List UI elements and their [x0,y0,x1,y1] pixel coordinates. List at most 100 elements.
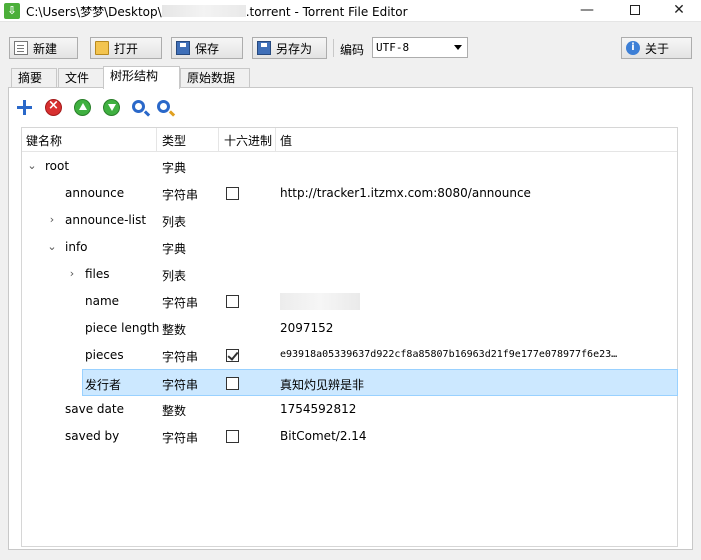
about-button[interactable]: i 关于 [621,37,692,59]
chevron-down-icon[interactable]: ⌄ [26,160,38,172]
maximize-icon [630,5,640,15]
tree-row-saved-by[interactable]: saved by 字符串 BitComet/2.14 [22,423,677,450]
column-divider[interactable] [156,128,157,152]
key-name: name [85,294,120,308]
hex-checkbox[interactable] [226,430,239,443]
key-type: 整数 [162,404,187,418]
delete-icon[interactable] [45,98,62,116]
key-value: 2097152 [280,321,334,335]
key-name: files [85,267,110,281]
tab-files[interactable]: 文件 [58,68,104,88]
key-value: e93918a05339637d922cf8a85807b16963d21f9e… [280,349,618,360]
new-file-icon [14,41,28,55]
key-type: 字符串 [162,378,199,392]
save-as-button[interactable]: 另存为 [252,37,327,59]
tab-raw-data[interactable]: 原始数据 [180,68,250,88]
key-value: http://tracker1.itzmx.com:8080/announce [280,186,531,200]
save-as-icon [257,41,271,55]
key-type: 字符串 [162,296,199,310]
column-header-name[interactable]: 键名称 [26,132,62,149]
title-bar[interactable]: ⇩ C:\Users\梦梦\Desktop\ .torrent - Torrent… [0,0,701,22]
main-toolbar: 新建 打开 保存 另存为 编码 UTF-8 i 关于 [0,34,701,62]
key-value: 真知灼见辨是非 [280,378,365,392]
redacted-value [280,293,360,310]
new-button-label: 新建 [33,41,58,56]
chevron-down-icon [454,45,462,50]
app-icon: ⇩ [4,3,20,19]
tree-row-announce-list[interactable]: › announce-list 列表 [22,207,677,234]
close-button[interactable]: ✕ [656,0,701,22]
tree-header: 键名称 类型 十六进制 值 [22,128,677,152]
tree-view[interactable]: 键名称 类型 十六进制 值 ⌄ root 字典 announce 字符串 htt… [21,127,678,547]
key-name: piece length [85,321,160,335]
encoding-select[interactable]: UTF-8 [372,37,468,58]
tree-row-announce[interactable]: announce 字符串 http://tracker1.itzmx.com:8… [22,180,677,207]
key-name: 发行者 [85,378,122,392]
move-down-icon[interactable] [103,99,120,116]
hex-checkbox[interactable] [226,295,239,308]
key-type: 列表 [162,269,187,283]
key-name: saved by [65,429,120,443]
column-divider[interactable] [275,128,276,152]
key-type: 列表 [162,215,187,229]
save-button[interactable]: 保存 [171,37,243,59]
redacted-filename [161,5,246,17]
key-type: 字典 [162,161,187,175]
key-name: announce-list [65,213,147,227]
column-header-type[interactable]: 类型 [162,132,186,149]
open-button[interactable]: 打开 [90,37,162,59]
column-header-value[interactable]: 值 [280,132,292,149]
key-type: 整数 [162,323,187,337]
key-name: pieces [85,348,124,362]
chevron-right-icon[interactable]: › [46,214,58,226]
tree-row-pieces[interactable]: pieces 字符串 e93918a05339637d922cf8a85807b… [22,342,677,369]
tree-row-files[interactable]: › files 列表 [22,261,677,288]
open-button-label: 打开 [114,41,139,56]
move-up-icon[interactable] [74,99,91,116]
key-value: BitComet/2.14 [280,429,367,443]
encoding-label: 编码 [340,43,365,57]
open-folder-icon [95,41,109,55]
chevron-right-icon[interactable]: › [66,268,78,280]
tab-summary[interactable]: 摘要 [11,68,57,88]
about-button-label: 关于 [645,41,670,56]
tree-row-info[interactable]: ⌄ info 字典 [22,234,677,261]
key-type: 字符串 [162,188,199,202]
column-divider[interactable] [218,128,219,152]
maximize-button[interactable] [612,0,658,22]
find-icon[interactable] [132,100,145,113]
key-name: root [45,159,70,173]
hex-checkbox-checked[interactable] [226,349,239,362]
find-replace-icon[interactable] [157,100,170,113]
minimize-icon: — [580,2,594,18]
add-icon[interactable] [16,99,33,116]
tree-row-publisher[interactable]: 发行者 字符串 真知灼见辨是非 [82,369,678,396]
hex-checkbox[interactable] [226,187,239,200]
key-value: 1754592812 [280,402,357,416]
hex-checkbox[interactable] [226,377,239,390]
window-title: C:\Users\梦梦\Desktop\ .torrent - Torrent F… [26,3,408,20]
tab-tree[interactable]: 树形结构 [103,66,180,89]
save-icon [176,41,190,55]
column-header-hex[interactable]: 十六进制 [224,132,272,149]
title-suffix: .torrent - Torrent File Editor [245,5,408,19]
info-icon: i [626,41,640,55]
key-name: info [65,240,88,254]
chevron-down-icon[interactable]: ⌄ [46,241,58,253]
tree-row-root[interactable]: ⌄ root 字典 [22,153,677,180]
title-path-prefix: C:\Users\梦梦\Desktop\ [26,5,162,19]
new-button[interactable]: 新建 [9,37,78,59]
key-name: save date [65,402,124,416]
close-icon: ✕ [673,2,685,18]
key-type: 字符串 [162,350,199,364]
tree-row-piece-length[interactable]: piece length 整数 2097152 [22,315,677,342]
key-type: 字符串 [162,431,199,445]
tree-toolbar [16,98,170,121]
minimize-button[interactable]: — [564,0,610,22]
save-button-label: 保存 [195,41,220,56]
tree-row-save-date[interactable]: save date 整数 1754592812 [22,396,677,423]
key-name: announce [65,186,125,200]
encoding-value: UTF-8 [376,41,410,54]
tree-row-name[interactable]: name 字符串 [22,288,677,315]
toolbar-separator [333,39,334,57]
